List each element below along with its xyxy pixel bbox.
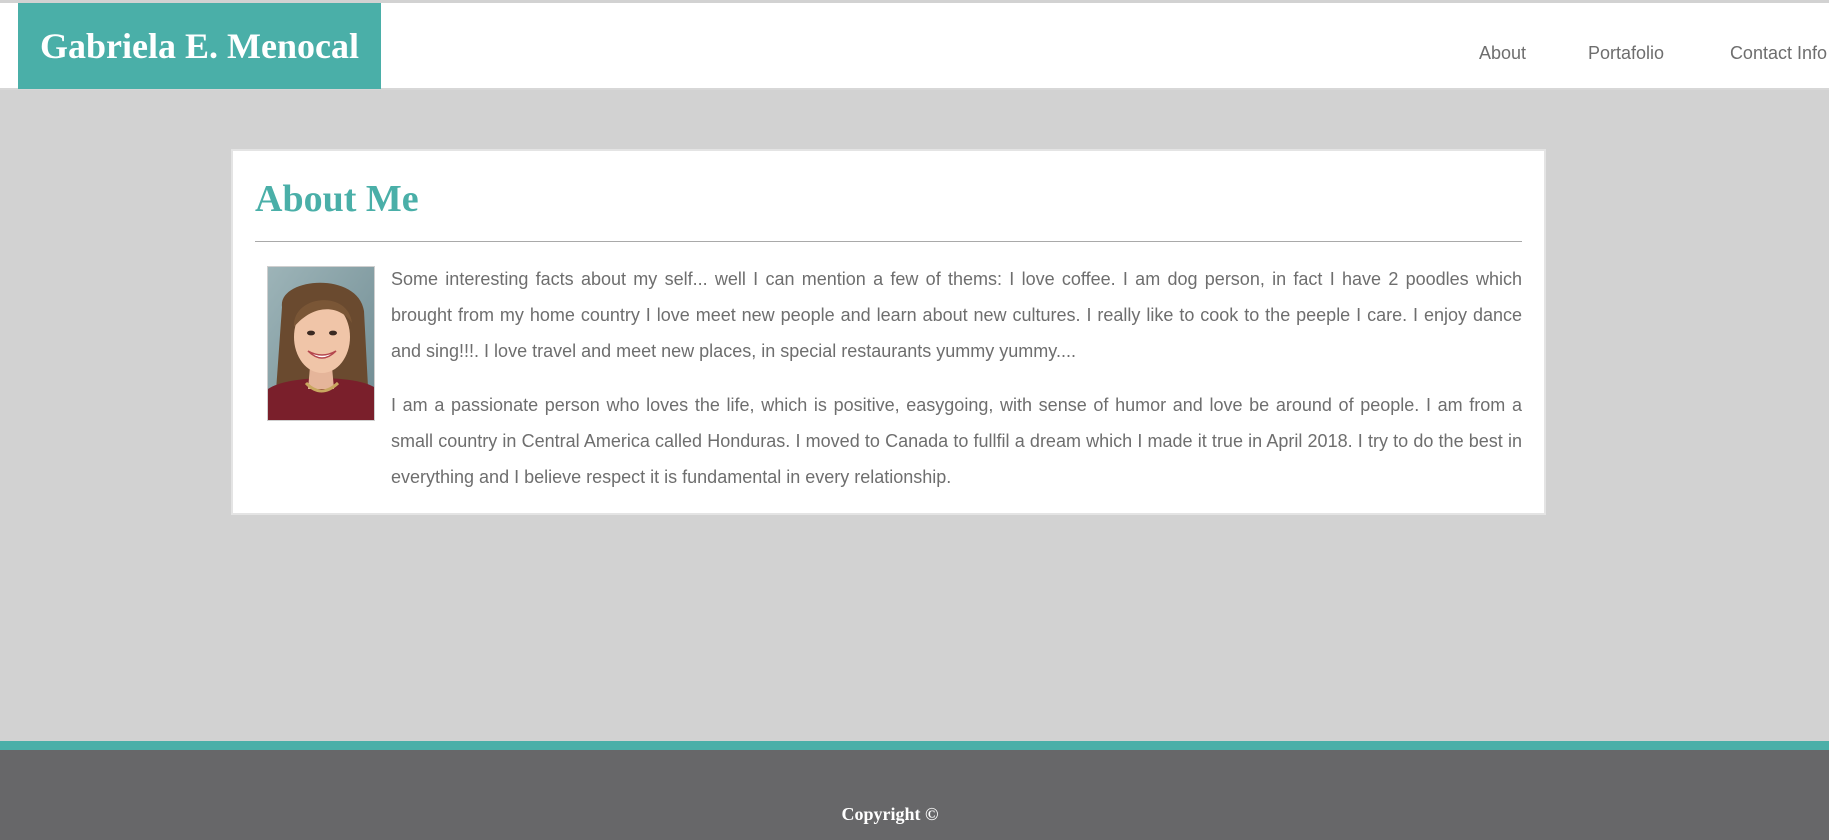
about-paragraph-2: I am a passionate person who loves the l… [391,395,1522,487]
footer-accent-bar [0,741,1829,750]
about-title: About Me [255,178,419,220]
site-brand[interactable]: Gabriela E. Menocal [18,3,381,89]
nav-link-about[interactable]: About [1479,43,1526,63]
profile-photo [267,266,375,421]
site-header: Gabriela E. Menocal About Portafolio Con… [0,0,1829,90]
about-card: About Me Some interesting facts about my… [231,149,1546,515]
about-paragraph-1: Some interesting facts about my self... … [391,269,1522,361]
nav-link-portafolio[interactable]: Portafolio [1588,43,1664,63]
copyright-text: Copyright © [841,804,939,824]
site-footer: Copyright © [0,750,1829,840]
nav-link-contact-info[interactable]: Contact Info [1730,43,1827,63]
window-edge [1829,0,1833,840]
page: Gabriela E. Menocal About Portafolio Con… [0,0,1833,840]
title-divider [255,241,1522,242]
